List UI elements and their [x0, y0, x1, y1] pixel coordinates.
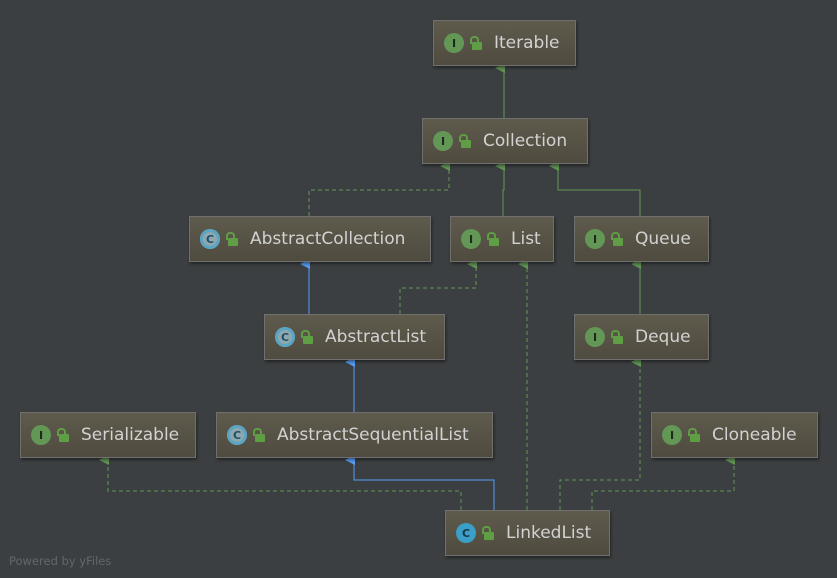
public-lock-icon [611, 232, 623, 246]
public-lock-icon [459, 134, 471, 148]
node-label: AbstractCollection [250, 229, 406, 249]
public-lock-icon [301, 330, 313, 344]
public-lock-icon [482, 526, 494, 540]
public-lock-icon [57, 428, 69, 442]
node-cloneable[interactable]: I Cloneable [651, 412, 818, 458]
node-label: Serializable [81, 425, 180, 445]
interface-icon: I [585, 327, 605, 347]
node-label: AbstractSequentialList [277, 425, 469, 445]
abstract-class-icon: C [227, 425, 247, 445]
node-label: Cloneable [712, 425, 797, 445]
public-lock-icon [688, 428, 700, 442]
node-abstract-sequential-list[interactable]: C AbstractSequentialList [216, 412, 493, 458]
node-deque[interactable]: I Deque [574, 314, 709, 360]
public-lock-icon [470, 36, 482, 50]
edge-list-collection [495, 161, 505, 216]
node-label: Iterable [494, 33, 560, 53]
node-abstract-list[interactable]: C AbstractList [264, 314, 445, 360]
node-label: Queue [635, 229, 691, 249]
node-label: LinkedList [506, 523, 592, 543]
interface-icon: I [461, 229, 481, 249]
node-collection[interactable]: I Collection [422, 118, 588, 164]
node-label: Collection [483, 131, 568, 151]
node-label: List [511, 229, 541, 249]
node-label: AbstractList [325, 327, 427, 347]
interface-icon: I [662, 425, 682, 445]
node-abstract-collection[interactable]: C AbstractCollection [189, 216, 431, 262]
abstract-class-icon: C [275, 327, 295, 347]
public-lock-icon [226, 232, 238, 246]
edge-queue-collection [549, 161, 641, 216]
node-label: Deque [635, 327, 691, 347]
node-iterable[interactable]: I Iterable [433, 20, 576, 66]
interface-icon: I [31, 425, 51, 445]
edge-linkedlist-abstractsequentiallist [345, 455, 495, 510]
node-serializable[interactable]: I Serializable [20, 412, 196, 458]
edge-abstractcollection-collection [308, 161, 450, 216]
abstract-class-icon: C [200, 229, 220, 249]
edge-abstractlist-list [399, 259, 477, 314]
public-lock-icon [253, 428, 265, 442]
edge-linkedlist-serializable [99, 455, 462, 510]
node-queue[interactable]: I Queue [574, 216, 709, 262]
interface-icon: I [433, 131, 453, 151]
public-lock-icon [487, 232, 499, 246]
node-linked-list[interactable]: C LinkedList [445, 510, 610, 556]
interface-icon: I [444, 33, 464, 53]
node-list[interactable]: I List [450, 216, 554, 262]
interface-icon: I [585, 229, 605, 249]
edge-linkedlist-cloneable [591, 455, 735, 510]
public-lock-icon [611, 330, 623, 344]
class-icon: C [456, 523, 476, 543]
powered-by-footer: Powered by yFiles [9, 554, 112, 568]
edge-layer [99, 63, 735, 510]
edge-linkedlist-deque [559, 357, 641, 510]
